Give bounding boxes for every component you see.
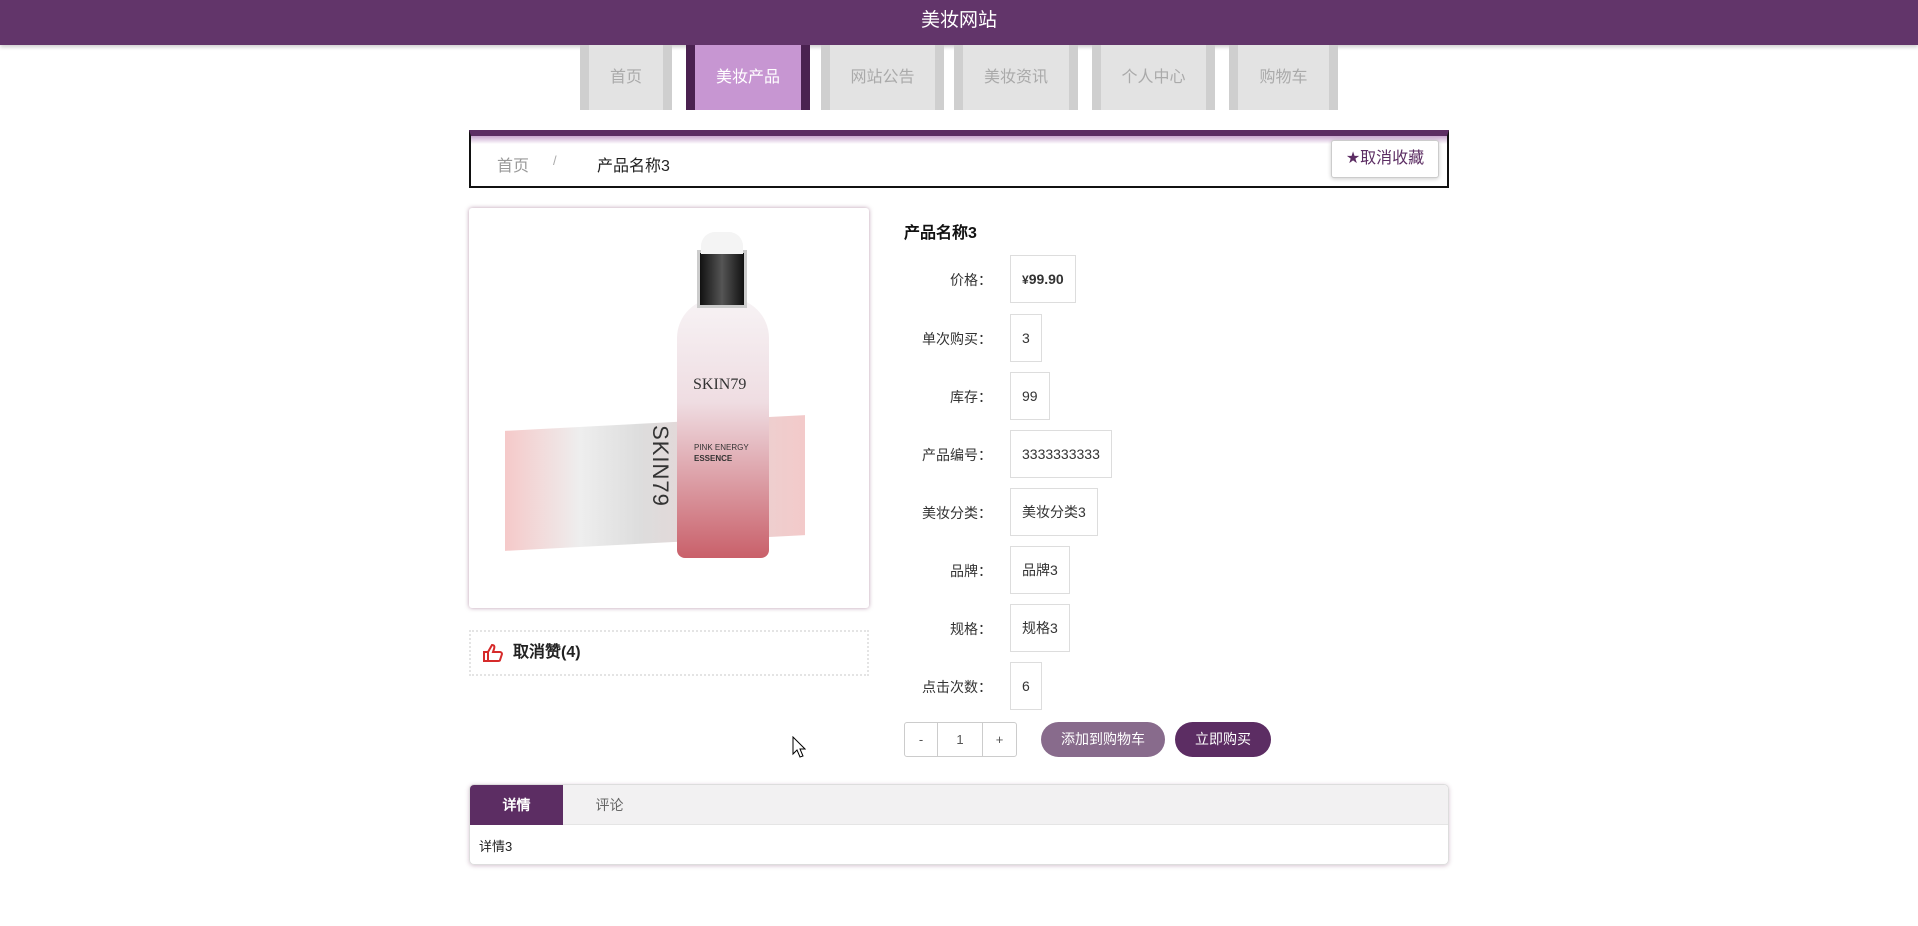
bottle-collar — [697, 250, 747, 308]
nav-cart[interactable]: 购物车 — [1229, 45, 1338, 110]
bottle-brand-text: SKIN79 — [693, 376, 747, 393]
quantity-stepper: - 1 + — [904, 722, 1017, 757]
nav-news[interactable]: 美妆资讯 — [954, 45, 1078, 110]
quantity-input[interactable]: 1 — [938, 723, 983, 756]
buy-now-button[interactable]: 立即购买 — [1175, 722, 1271, 757]
unfavorite-label: 取消收藏 — [1360, 150, 1425, 167]
nav-home[interactable]: 首页 — [580, 45, 672, 110]
field-label: 品牌： — [950, 563, 992, 579]
star-icon: ★ — [1345, 150, 1361, 167]
price-label: 价格： — [950, 272, 992, 288]
field-value: 6 — [1010, 662, 1042, 710]
product-name: 产品名称3 — [904, 225, 977, 242]
field-label: 产品编号： — [922, 447, 992, 463]
field-label: 单次购买： — [922, 331, 992, 347]
add-to-cart-button[interactable]: 添加到购物车 — [1041, 722, 1165, 757]
breadcrumb-home[interactable]: 首页 — [497, 152, 529, 176]
unlike-button[interactable]: 取消赞(4) — [469, 630, 869, 676]
detail-content: 详情3 — [479, 839, 513, 854]
decrement-button[interactable]: - — [905, 723, 938, 756]
tab-details[interactable]: 详情 — [470, 785, 563, 825]
breadcrumb-current: 产品名称3 — [597, 158, 670, 175]
field-value: 规格3 — [1010, 604, 1070, 652]
field-value: 99 — [1010, 372, 1050, 420]
tab-comments[interactable]: 评论 — [563, 785, 656, 825]
field-value: 品牌3 — [1010, 546, 1070, 594]
increment-button[interactable]: + — [983, 723, 1016, 756]
price-amount: 99.90 — [1028, 271, 1064, 287]
unlike-label: 取消赞(4) — [513, 644, 581, 661]
nav-products[interactable]: 美妆产品 — [686, 45, 810, 110]
unfavorite-button[interactable]: ★取消收藏 — [1331, 140, 1439, 178]
field-label: 点击次数： — [922, 679, 992, 695]
mouse-cursor-icon — [792, 736, 806, 758]
price-value: ¥99.90 — [1010, 255, 1076, 303]
bottle-line2: ESSENCE — [694, 454, 733, 463]
thumbs-up-icon — [483, 644, 503, 662]
site-title: 美妆网站 — [920, 10, 997, 31]
field-label: 美妆分类： — [922, 505, 992, 521]
field-value: 3 — [1010, 314, 1042, 362]
site-header: 美妆网站 — [0, 0, 1918, 45]
breadcrumb: 首页 / 产品名称3 ★取消收藏 — [469, 130, 1449, 188]
nav-profile[interactable]: 个人中心 — [1092, 45, 1215, 110]
detail-panel: 详情 评论 详情3 — [469, 784, 1449, 865]
field-value: 3333333333 — [1010, 430, 1112, 478]
box-brand-text: SKIN79 — [647, 425, 673, 507]
main-nav: 首页 美妆产品 网站公告 美妆资讯 个人中心 购物车 — [0, 45, 1918, 110]
bottle-line1: PINK ENERGY — [694, 443, 749, 452]
field-label: 规格： — [950, 621, 992, 637]
product-image: SKIN79 SKIN79 PINK ENERGY ESSENCE — [469, 208, 869, 608]
bottle-pump — [701, 232, 743, 254]
currency-symbol: ¥ — [1022, 273, 1029, 287]
field-label: 库存： — [950, 389, 992, 405]
nav-announcements[interactable]: 网站公告 — [821, 45, 944, 110]
detail-tabs: 详情 评论 — [470, 785, 1448, 825]
product-bottle — [677, 298, 769, 558]
field-value: 美妆分类3 — [1010, 488, 1098, 536]
breadcrumb-separator: / — [553, 153, 557, 168]
